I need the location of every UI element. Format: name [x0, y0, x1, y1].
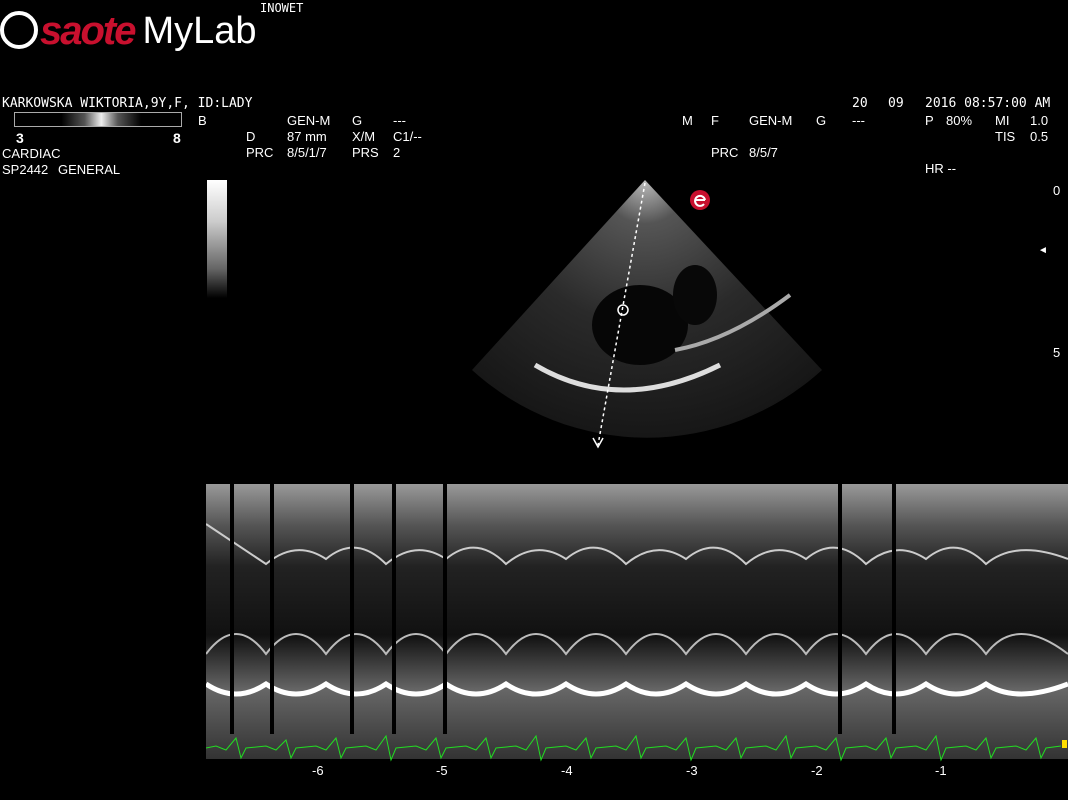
m-gain-label: G — [816, 113, 827, 128]
b-xm-value: C1/-- — [393, 129, 422, 144]
preset-name: GENERAL — [58, 162, 121, 177]
freeze-gap — [443, 484, 447, 734]
freeze-gap — [838, 484, 842, 734]
mi-label: MI — [995, 113, 1010, 128]
probe-name: SP2442 — [2, 162, 49, 177]
freeze-gap — [230, 484, 234, 734]
b-mode-label: B — [198, 113, 207, 128]
m-mode-image — [206, 484, 1068, 759]
mi-value: 1.0 — [1030, 113, 1049, 128]
heart-rate: HR -- — [925, 161, 957, 176]
tis-label: TIS — [995, 129, 1016, 144]
esaote-logo: saote MyLab — [0, 4, 257, 52]
heart-chamber-rv — [673, 265, 717, 325]
m-mode-background — [206, 484, 1068, 759]
freeze-gap — [392, 484, 396, 734]
b-prs-value: 2 — [393, 145, 401, 160]
time-axis-label: -4 — [561, 763, 573, 778]
depth-scale-top: 0 — [1053, 183, 1061, 198]
logo-product: MyLab — [142, 10, 257, 52]
time-axis-label: -6 — [312, 763, 324, 778]
m-freq: GEN-M — [749, 113, 793, 128]
b-prc-label: PRC — [246, 145, 274, 160]
power-label: P — [925, 113, 934, 128]
time-axis-label: -1 — [935, 763, 947, 778]
freeze-gap — [892, 484, 896, 734]
b-depth-value: 87 mm — [287, 129, 327, 144]
logo-brand: saote — [40, 9, 136, 53]
m-mode-label: M — [682, 113, 693, 128]
date-month: 09 — [888, 96, 904, 111]
m-gain-value: --- — [852, 113, 865, 128]
b-mode-image — [472, 180, 822, 449]
freeze-gap — [270, 484, 274, 734]
ecg-line — [206, 734, 1062, 762]
frequency-bar — [14, 112, 182, 127]
focus-marker-icon: ◄ — [1038, 245, 1048, 256]
center-name: INOWET — [260, 1, 304, 15]
b-depth-label: D — [246, 129, 256, 144]
b-gain-label: G — [352, 113, 363, 128]
tis-value: 0.5 — [1030, 129, 1049, 144]
b-xm-label: X/M — [352, 129, 376, 144]
time-axis-label: -2 — [811, 763, 823, 778]
m-line-arrow-icon — [592, 437, 604, 449]
date-day: 20 — [852, 96, 868, 111]
b-prc-value: 8/5/1/7 — [287, 145, 327, 160]
power-value: 80% — [946, 113, 973, 128]
b-gain-value: --- — [393, 113, 406, 128]
date-time: 2016 08:57:00 AM — [925, 96, 1051, 111]
time-axis-label: -5 — [436, 763, 448, 778]
b-prs-label: PRS — [352, 145, 379, 160]
grayscale-bar — [207, 180, 227, 298]
m-prc-value: 8/5/7 — [749, 145, 778, 160]
logo-e-icon — [0, 11, 38, 49]
depth-scale-mid: 5 — [1053, 345, 1061, 360]
time-axis-label: -3 — [686, 763, 698, 778]
freeze-gap — [350, 484, 354, 734]
b-freq: GEN-M — [287, 113, 331, 128]
m-prc-label: PRC — [711, 145, 739, 160]
exam-type: CARDIAC — [2, 146, 61, 161]
m-f-label: F — [711, 113, 719, 128]
frequency-min: 3 — [16, 130, 24, 146]
patient-info: KARKOWSKA WIKTORIA,9Y,F, ID:LADY — [2, 96, 253, 111]
ecg-marker — [1062, 740, 1067, 748]
frequency-max: 8 — [173, 130, 181, 146]
